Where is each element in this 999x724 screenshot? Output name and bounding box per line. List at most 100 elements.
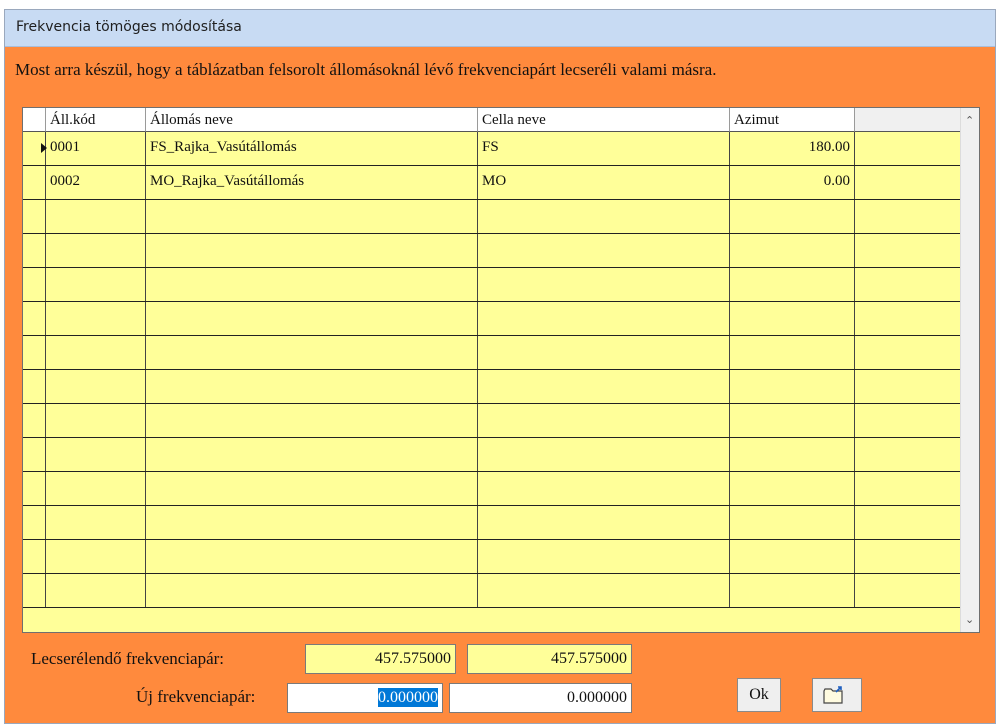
cell-code[interactable] bbox=[46, 472, 146, 505]
cell-azimuth[interactable]: 180.00 bbox=[730, 132, 855, 165]
cell-cell-name[interactable] bbox=[478, 404, 730, 437]
cell-code[interactable] bbox=[46, 438, 146, 471]
table-row[interactable]: 0002 MO_Rajka_Vasútállomás MO 0.00 bbox=[23, 166, 961, 200]
chevron-up-icon[interactable]: ⌃ bbox=[965, 114, 974, 127]
table-row[interactable] bbox=[23, 574, 961, 608]
cell-cell-name[interactable]: MO bbox=[478, 166, 730, 199]
cell-station-name[interactable] bbox=[146, 472, 478, 505]
row-indicator[interactable] bbox=[23, 370, 46, 403]
cell-azimuth[interactable]: 0.00 bbox=[730, 166, 855, 199]
cell-cell-name[interactable] bbox=[478, 540, 730, 573]
cell-azimuth[interactable] bbox=[730, 200, 855, 233]
station-grid[interactable]: Áll.kód Állomás neve Cella neve Azimut 0… bbox=[22, 107, 980, 633]
cell-code[interactable] bbox=[46, 404, 146, 437]
cell-cell-name[interactable] bbox=[478, 438, 730, 471]
chevron-down-icon[interactable]: ⌄ bbox=[965, 613, 974, 626]
cell-code[interactable] bbox=[46, 506, 146, 539]
table-row[interactable] bbox=[23, 234, 961, 268]
table-row[interactable] bbox=[23, 336, 961, 370]
cell-code[interactable] bbox=[46, 268, 146, 301]
cell-azimuth[interactable] bbox=[730, 234, 855, 267]
cell-code[interactable] bbox=[46, 302, 146, 335]
cell-code[interactable]: 0002 bbox=[46, 166, 146, 199]
table-row[interactable] bbox=[23, 404, 961, 438]
row-indicator[interactable] bbox=[23, 574, 46, 607]
cell-code[interactable] bbox=[46, 574, 146, 607]
cell-station-name[interactable] bbox=[146, 200, 478, 233]
table-row[interactable] bbox=[23, 302, 961, 336]
row-indicator[interactable] bbox=[23, 234, 46, 267]
new-frequency-1-field[interactable]: 0.000000 bbox=[287, 683, 443, 713]
cell-cell-name[interactable] bbox=[478, 268, 730, 301]
cell-cell-name[interactable] bbox=[478, 472, 730, 505]
row-indicator[interactable] bbox=[23, 336, 46, 369]
ok-button[interactable]: Ok bbox=[737, 678, 781, 712]
cell-azimuth[interactable] bbox=[730, 472, 855, 505]
cell-code[interactable] bbox=[46, 540, 146, 573]
cell-station-name[interactable] bbox=[146, 404, 478, 437]
column-header-azimuth[interactable]: Azimut bbox=[730, 108, 855, 132]
row-indicator[interactable] bbox=[23, 268, 46, 301]
cell-cell-name[interactable] bbox=[478, 574, 730, 607]
cell-azimuth[interactable] bbox=[730, 404, 855, 437]
cell-cell-name[interactable]: FS bbox=[478, 132, 730, 165]
row-indicator[interactable] bbox=[23, 472, 46, 505]
table-row[interactable]: 0001 FS_Rajka_Vasútállomás FS 180.00 bbox=[23, 132, 961, 166]
table-row[interactable] bbox=[23, 472, 961, 506]
cell-code[interactable] bbox=[46, 234, 146, 267]
column-header-code[interactable]: Áll.kód bbox=[46, 108, 146, 132]
cell-azimuth[interactable] bbox=[730, 370, 855, 403]
table-row[interactable] bbox=[23, 268, 961, 302]
row-indicator[interactable] bbox=[23, 132, 47, 165]
cell-cell-name[interactable] bbox=[478, 200, 730, 233]
cell-code[interactable] bbox=[46, 336, 146, 369]
cell-cell-name[interactable] bbox=[478, 234, 730, 267]
table-row[interactable] bbox=[23, 438, 961, 472]
replace-frequency-1-field[interactable]: 457.575000 bbox=[305, 644, 456, 674]
cell-code[interactable] bbox=[46, 200, 146, 233]
row-indicator[interactable] bbox=[23, 540, 46, 573]
cell-code[interactable]: 0001 bbox=[46, 132, 146, 165]
cell-station-name[interactable] bbox=[146, 370, 478, 403]
row-indicator[interactable] bbox=[23, 302, 46, 335]
cell-azimuth[interactable] bbox=[730, 336, 855, 369]
cell-cell-name[interactable] bbox=[478, 370, 730, 403]
cell-station-name[interactable] bbox=[146, 302, 478, 335]
row-indicator[interactable] bbox=[23, 166, 46, 199]
row-indicator[interactable] bbox=[23, 438, 46, 471]
open-file-button[interactable] bbox=[812, 678, 862, 712]
grid-body[interactable]: Áll.kód Állomás neve Cella neve Azimut 0… bbox=[23, 108, 961, 632]
cell-station-name[interactable]: FS_Rajka_Vasútállomás bbox=[146, 132, 478, 165]
cell-cell-name[interactable] bbox=[478, 506, 730, 539]
table-row[interactable] bbox=[23, 370, 961, 404]
cell-azimuth[interactable] bbox=[730, 302, 855, 335]
cell-cell-name[interactable] bbox=[478, 302, 730, 335]
cell-code[interactable] bbox=[46, 370, 146, 403]
row-indicator[interactable] bbox=[23, 506, 46, 539]
cell-station-name[interactable] bbox=[146, 540, 478, 573]
table-row[interactable] bbox=[23, 200, 961, 234]
cell-station-name[interactable] bbox=[146, 336, 478, 369]
row-indicator[interactable] bbox=[23, 200, 46, 233]
cell-station-name[interactable] bbox=[146, 574, 478, 607]
cell-azimuth[interactable] bbox=[730, 506, 855, 539]
vertical-scrollbar[interactable]: ⌃ ⌄ bbox=[960, 108, 979, 632]
new-frequency-2-field[interactable]: 0.000000 bbox=[449, 683, 632, 713]
column-header-cell-name[interactable]: Cella neve bbox=[478, 108, 730, 132]
cell-station-name[interactable] bbox=[146, 438, 478, 471]
table-row[interactable] bbox=[23, 540, 961, 574]
cell-station-name[interactable]: MO_Rajka_Vasútállomás bbox=[146, 166, 478, 199]
cell-azimuth[interactable] bbox=[730, 574, 855, 607]
cell-azimuth[interactable] bbox=[730, 268, 855, 301]
cell-station-name[interactable] bbox=[146, 234, 478, 267]
cell-cell-name[interactable] bbox=[478, 336, 730, 369]
title-bar[interactable]: Frekvencia tömöges módosítása bbox=[5, 10, 995, 47]
cell-station-name[interactable] bbox=[146, 506, 478, 539]
table-row[interactable] bbox=[23, 506, 961, 540]
replace-frequency-2-field[interactable]: 457.575000 bbox=[467, 644, 632, 674]
cell-azimuth[interactable] bbox=[730, 540, 855, 573]
column-header-station-name[interactable]: Állomás neve bbox=[146, 108, 478, 132]
cell-azimuth[interactable] bbox=[730, 438, 855, 471]
row-indicator[interactable] bbox=[23, 404, 46, 437]
cell-station-name[interactable] bbox=[146, 268, 478, 301]
